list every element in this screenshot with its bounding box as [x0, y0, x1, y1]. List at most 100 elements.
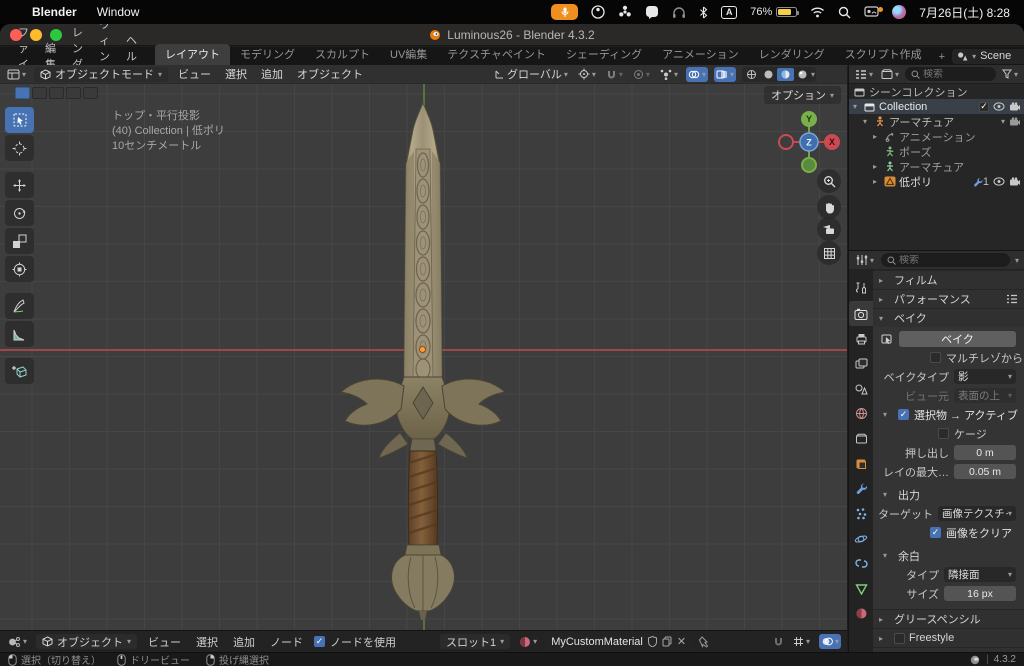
- expand-icon[interactable]: ▾: [853, 102, 863, 111]
- overlay-toggle-shader[interactable]: ▾: [818, 634, 841, 649]
- tab-constraint-properties[interactable]: [849, 551, 873, 576]
- max-ray-field[interactable]: 0.05 m: [954, 464, 1016, 479]
- pin-icon[interactable]: [698, 635, 709, 648]
- collection-checkbox[interactable]: ✓: [979, 101, 989, 112]
- tool-transform[interactable]: [5, 256, 34, 282]
- collapse-icon[interactable]: ▾: [883, 551, 893, 560]
- margin-size-field[interactable]: 16 px: [944, 586, 1016, 601]
- outliner-collection-filter-dropdown[interactable]: ▾: [879, 67, 901, 82]
- outliner-row-collection[interactable]: ▾ Collection ✓: [849, 99, 1024, 114]
- panel-freestyle[interactable]: ▸ Freestyle: [873, 628, 1024, 647]
- snap-node-icon[interactable]: [773, 636, 784, 647]
- tab-uv-editing[interactable]: UV編集: [380, 44, 437, 65]
- clear-image-checkbox[interactable]: ✓: [930, 527, 941, 538]
- outliner-row-armature-object[interactable]: ▾ アーマチュア ▾: [849, 114, 1024, 129]
- tool-cursor[interactable]: [5, 135, 34, 161]
- wifi-icon[interactable]: [810, 7, 825, 18]
- options-dropdown[interactable]: オプション ▾: [763, 86, 841, 104]
- menubar-datetime[interactable]: 7月26日(土) 8:28: [919, 4, 1010, 21]
- fast-user-switch-icon[interactable]: [864, 6, 884, 18]
- select-mode-subtract[interactable]: [49, 87, 64, 99]
- material-browse-button[interactable]: ▾: [517, 634, 539, 649]
- use-nodes-checkbox[interactable]: ✓: [314, 636, 326, 647]
- editor-type-button[interactable]: ▾: [5, 67, 28, 82]
- select-mode-new[interactable]: [15, 87, 30, 99]
- app-menu-blender[interactable]: Blender: [32, 5, 77, 19]
- outliner-row-armature-data[interactable]: ▸ アーマチュア: [849, 159, 1024, 174]
- tab-animation[interactable]: アニメーション: [652, 44, 749, 65]
- tab-tool-properties[interactable]: [849, 276, 873, 301]
- tab-particle-properties[interactable]: [849, 501, 873, 526]
- shader-type-dropdown[interactable]: オブジェクト ▾: [36, 634, 138, 649]
- viewport-menu-view[interactable]: ビュー: [174, 66, 215, 82]
- shading-wireframe-button[interactable]: [743, 68, 760, 81]
- select-mode-intersect[interactable]: [83, 87, 98, 99]
- hide-eye-icon[interactable]: [993, 177, 1005, 186]
- input-source-icon[interactable]: A: [721, 5, 738, 19]
- camera-view-button[interactable]: [817, 217, 841, 241]
- shader-menu-add[interactable]: 追加: [229, 634, 259, 650]
- shader-menu-view[interactable]: ビュー: [144, 634, 185, 650]
- tab-physics-properties[interactable]: [849, 526, 873, 551]
- material-name-widget[interactable]: MyCustomMaterial ✕: [546, 633, 692, 650]
- proportional-edit-toggle[interactable]: ▾: [631, 67, 652, 82]
- outliner-row-animation[interactable]: ▸ アニメーション: [849, 129, 1024, 144]
- tab-rendering[interactable]: レンダリング: [749, 44, 835, 65]
- shader-menu-select[interactable]: 選択: [192, 634, 222, 650]
- shading-dropdown[interactable]: ▾: [811, 70, 815, 79]
- tool-rotate[interactable]: [5, 200, 34, 226]
- snap-toggle[interactable]: ▾: [604, 67, 625, 82]
- outliner-row-lowpoly[interactable]: ▸ 低ポリ 1: [849, 174, 1024, 189]
- expand-icon[interactable]: ▾: [863, 117, 873, 126]
- expand-icon[interactable]: ▸: [873, 132, 883, 141]
- panel-performance[interactable]: ▸ パフォーマンス: [873, 289, 1024, 308]
- object-origin-point[interactable]: [419, 346, 426, 353]
- tool-move[interactable]: [5, 172, 34, 198]
- gizmo-axis-y-negative[interactable]: [801, 157, 817, 173]
- select-mode-invert[interactable]: [66, 87, 81, 99]
- multires-checkbox[interactable]: [930, 352, 941, 363]
- viewport-menu-add[interactable]: 追加: [257, 66, 287, 82]
- disable-render-camera-icon[interactable]: [1009, 177, 1020, 186]
- material-slot-dropdown[interactable]: スロット1 ▾: [440, 634, 511, 649]
- obs-icon[interactable]: [591, 5, 605, 19]
- tool-add-cube[interactable]: [5, 358, 34, 384]
- outliner-search-input[interactable]: [923, 68, 990, 80]
- viewport-menu-object[interactable]: オブジェクト: [293, 66, 367, 82]
- panel-grease-pencil[interactable]: ▸ グリースペンシル: [873, 609, 1024, 628]
- pan-view-button[interactable]: [817, 195, 841, 219]
- fake-user-shield-icon[interactable]: [647, 636, 657, 647]
- xray-toggle[interactable]: ▾: [713, 66, 736, 82]
- panel-film[interactable]: ▸ フィルム: [873, 270, 1024, 289]
- fan-icon[interactable]: [618, 5, 632, 19]
- select-mode-extend[interactable]: [32, 87, 47, 99]
- disable-render-camera-icon[interactable]: [1009, 117, 1020, 126]
- add-workspace-button[interactable]: +: [932, 49, 952, 65]
- scene-selector[interactable]: ▾ Scene: [952, 48, 1024, 64]
- viewport-3d[interactable]: ▾ オブジェクトモード ▾ ビュー 選択 追加 オブジェクト グローバル ▾ ▾…: [0, 65, 847, 630]
- tab-texture-paint[interactable]: テクスチャペイント: [437, 44, 556, 65]
- expand-icon[interactable]: ▸: [873, 177, 883, 186]
- collapse-icon[interactable]: ▾: [883, 490, 893, 499]
- properties-options-dropdown[interactable]: ▾: [1015, 256, 1019, 265]
- disable-render-camera-icon[interactable]: [1009, 102, 1020, 111]
- tab-render-properties[interactable]: [849, 301, 873, 326]
- tab-shading[interactable]: シェーディング: [556, 44, 652, 65]
- tab-sculpting[interactable]: スカルプト: [305, 44, 380, 65]
- freestyle-checkbox[interactable]: [894, 632, 905, 644]
- hide-eye-icon[interactable]: [993, 102, 1005, 111]
- tab-material-properties[interactable]: [849, 601, 873, 626]
- gizmo-axis-x-negative[interactable]: [778, 134, 794, 150]
- pivot-point-dropdown[interactable]: ▾: [576, 67, 598, 82]
- outliner-filter-dropdown[interactable]: ▾: [1000, 67, 1020, 82]
- bluetooth-icon[interactable]: [699, 6, 708, 19]
- shader-editor-type-button[interactable]: ▾: [6, 634, 29, 649]
- line-app-icon[interactable]: [645, 5, 659, 19]
- show-gizmo-dropdown[interactable]: ▾: [658, 67, 680, 82]
- tab-viewlayer-properties[interactable]: [849, 351, 873, 376]
- use-nodes-toggle[interactable]: ✓ ノードを使用: [314, 634, 396, 650]
- shading-solid-button[interactable]: [760, 68, 777, 81]
- panel-bake[interactable]: ▾ ベイク: [873, 308, 1024, 327]
- tab-object-data-properties[interactable]: [849, 576, 873, 601]
- tool-measure[interactable]: [5, 321, 34, 347]
